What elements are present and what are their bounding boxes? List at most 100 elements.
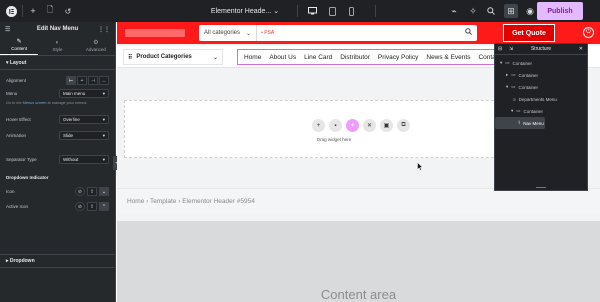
structure-icon[interactable]: ⊞ (504, 4, 518, 18)
mouse-cursor-icon (417, 161, 424, 173)
tab-content[interactable]: ✎ Content (0, 36, 39, 55)
no-icon[interactable]: ⊘ (75, 202, 85, 211)
structure-panel: ⊟ ⇲ Structure ✕ ▾ ▭ Container ▸ ▭ Container … (494, 43, 588, 191)
ai-sparkle-icon[interactable]: ✧ (467, 0, 479, 22)
product-categories-dropdown[interactable]: ⠿ Product Categories ⌄ (123, 49, 223, 65)
tab-label: Advanced (85, 46, 106, 52)
breadcrumb-template[interactable]: Template (150, 198, 176, 205)
structure-item[interactable]: ▸ ▭ Container (495, 69, 587, 81)
nav-item-privacy-policy[interactable]: Privacy Policy (374, 54, 422, 61)
empty-section-dropzone[interactable]: + ▪ ✦ ✕ ▣ ⧉ Drag widget here (124, 100, 544, 158)
tab-label: Content (11, 46, 28, 51)
alignment-control: Alignment ⊢ + ⊣ ↔ (6, 74, 109, 87)
caret-right-icon: ▸ (6, 258, 9, 264)
nav-item-home[interactable]: Home (240, 54, 265, 61)
control-label: Separator Type (6, 157, 37, 162)
align-center-icon[interactable]: + (77, 76, 87, 85)
structure-title: Structure (530, 46, 552, 52)
add-section-icon[interactable]: + (312, 119, 325, 132)
product-categories-label: Product Categories (136, 54, 192, 60)
search-input[interactable]: • PSA (257, 30, 274, 36)
tablet-icon[interactable] (326, 0, 338, 22)
dropdown-indicator-heading: Dropdown Indicator (6, 171, 109, 184)
structure-item-label: Departments Menu (518, 96, 557, 102)
no-icon[interactable]: ⊘ (75, 187, 85, 196)
hover-effect-select[interactable]: Overline ▾ (59, 115, 109, 124)
breadcrumb-home[interactable]: Home (127, 198, 144, 205)
layout-section: ▾ Layout Alignment ⊢ + ⊣ ↔ Menu Main men… (0, 56, 115, 213)
container-icon: ▭ (511, 72, 516, 77)
select-value: Overline (63, 117, 80, 122)
structure-item-selected[interactable]: ⌇ Nav Menu (495, 117, 545, 129)
resize-handle[interactable] (495, 186, 587, 190)
panel-header: ☰ Edit Nav Menu ⋮⋮ (0, 22, 115, 36)
ai-icon[interactable]: ✦ (346, 119, 359, 132)
breadcrumb-band: Home › Template › Elementor Header #5954 (117, 188, 600, 214)
category-select[interactable]: All categories ⌄ (199, 25, 258, 41)
control-label: Icon (6, 189, 15, 194)
layout-section-toggle[interactable]: ▾ Layout (0, 56, 115, 70)
template-library-icon[interactable]: ▣ (380, 119, 393, 132)
publish-button[interactable]: Publish (537, 2, 583, 20)
add-element-icon[interactable]: + (27, 0, 39, 22)
folder-icon[interactable]: ▪ (329, 119, 342, 132)
history-icon[interactable]: ↺ (62, 0, 74, 22)
chevron-down-icon: ⌄ (273, 8, 280, 15)
hamburger-icon[interactable]: ☰ (5, 26, 10, 33)
select-value: Slide (63, 133, 74, 138)
upload-svg-icon[interactable]: ⇪ (87, 202, 97, 211)
page-title-text: Elementor Heade... (210, 7, 272, 15)
pencil-icon: ✎ (16, 39, 22, 45)
elementor-logo-icon[interactable] (4, 0, 18, 22)
nav-item-about-us[interactable]: About Us (265, 54, 300, 61)
caret-down-icon: ▾ (511, 108, 514, 113)
icon-library-icon[interactable]: ⌄ (99, 187, 109, 196)
page-title[interactable]: Elementor Heade... ⌄ (200, 0, 290, 22)
menu-grid-icon: ⠿ (128, 54, 133, 61)
tab-advanced[interactable]: ⚙ Advanced (77, 36, 115, 55)
menu-control: Menu Main menu ▾ (6, 87, 109, 100)
search-icon[interactable] (465, 28, 472, 37)
close-icon[interactable]: ✕ (579, 46, 583, 52)
mobile-icon[interactable] (345, 0, 357, 22)
structure-item[interactable]: ▾ ▭ Container (495, 57, 587, 69)
structure-item[interactable]: ≡ Departments Menu (495, 93, 587, 105)
search-icon[interactable] (485, 0, 497, 22)
breadcrumb: Home › Template › Elementor Header #5954 (127, 198, 255, 205)
dropdown-section-toggle[interactable]: ▸ Dropdown (0, 254, 116, 268)
structure-item[interactable]: ▾ ▭ Container (495, 105, 587, 117)
grid-icon[interactable]: ⋮⋮ (98, 26, 110, 33)
align-start-icon[interactable]: ⊢ (66, 76, 76, 85)
container-icon: ▭ (511, 84, 516, 89)
animation-control: Animation Slide ▾ (6, 129, 109, 142)
menus-screen-link[interactable]: Menus screen (23, 101, 47, 105)
nav-item-distributor[interactable]: Distributor (336, 54, 374, 61)
structure-item[interactable]: ▾ ▭ Container (495, 81, 587, 93)
align-end-icon[interactable]: ⊣ (88, 76, 98, 85)
get-quote-button[interactable]: Get Quote (503, 24, 555, 42)
desktop-icon[interactable] (306, 0, 318, 22)
site-logo[interactable] (125, 29, 185, 37)
x-close-icon[interactable]: ✕ (363, 119, 376, 132)
select-value: Without (63, 157, 79, 162)
gear-icon: ⚙ (93, 39, 99, 46)
panel-layout-icon[interactable]: ⊟ (498, 46, 502, 52)
paint-icon[interactable]: ⌁ (448, 0, 460, 22)
collapse-all-icon[interactable]: ⇲ (509, 46, 513, 52)
caret-down-icon: ▾ (506, 84, 509, 89)
menu-select[interactable]: Main menu ▾ (59, 89, 109, 98)
tab-style[interactable]: ◐ Style (38, 36, 76, 55)
document-settings-icon[interactable]: 🗋 (44, 0, 56, 22)
nav-item-line-card[interactable]: Line Card (300, 54, 336, 61)
separator-select[interactable]: Without ▾ (59, 155, 109, 164)
nav-item-news-events[interactable]: News & Events (422, 54, 474, 61)
power-icon[interactable]: ⏻ (583, 27, 594, 38)
nav-menu: Home About Us Line Card Distributor Priv… (237, 49, 503, 65)
copy-icon[interactable]: ⧉ (397, 119, 410, 132)
preview-eye-icon[interactable]: ◉ (524, 0, 536, 22)
animation-select[interactable]: Slide ▾ (59, 131, 109, 140)
icon-library-icon[interactable]: ⌃ (99, 202, 109, 211)
align-justify-icon[interactable]: ↔ (99, 76, 109, 85)
upload-svg-icon[interactable]: ⇪ (87, 187, 97, 196)
chevron-down-icon: ▾ (102, 90, 105, 96)
